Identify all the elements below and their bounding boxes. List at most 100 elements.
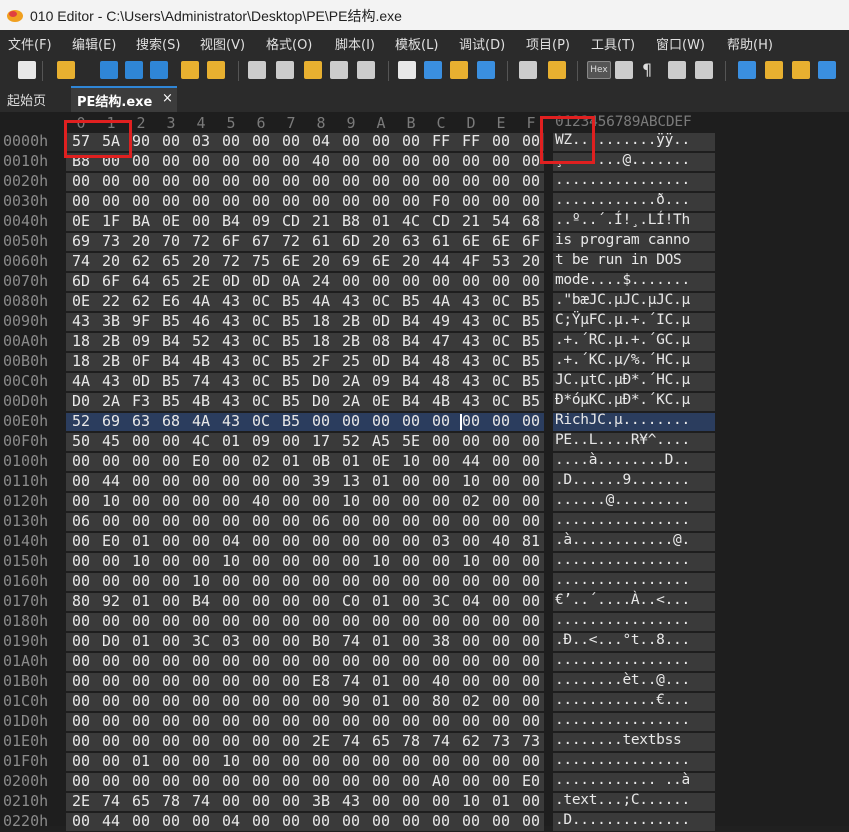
hex-byte[interactable]: 4A (186, 292, 216, 310)
hex-byte[interactable]: 0C (486, 312, 516, 330)
hex-byte[interactable]: 00 (486, 692, 516, 710)
hex-byte[interactable]: 00 (156, 172, 186, 190)
hex-byte[interactable]: 10 (366, 552, 396, 570)
hex-row[interactable]: 0040h 0E 1F BA 0E 00 B4 09 CD 21 B8 01 4C CD 21 54 68 ..º… (0, 212, 849, 232)
calculator-icon[interactable] (738, 61, 756, 79)
hex-byte[interactable]: 00 (396, 812, 426, 830)
hex-byte[interactable]: 10 (186, 572, 216, 590)
hex-byte[interactable]: 21 (306, 212, 336, 230)
hex-byte[interactable]: 00 (456, 572, 486, 590)
hex-byte[interactable]: 00 (276, 472, 306, 490)
find-in-files-icon[interactable] (450, 61, 468, 79)
hex-byte[interactable]: 00 (276, 592, 306, 610)
hex-byte[interactable]: 00 (216, 652, 246, 670)
hex-byte[interactable]: 00 (186, 692, 216, 710)
hex-byte[interactable]: 00 (186, 212, 216, 230)
ascii-text[interactable]: Ð*óµKC.µÐ*.´KC.µ (555, 392, 690, 408)
hex-row[interactable]: 0150h 00 00 10 00 00 10 00 00 00 00 10 00 00 10 00 00...… (0, 552, 849, 572)
hex-byte[interactable]: FF (456, 132, 486, 150)
hex-row[interactable]: 0180h 00 00 00 00 00 00 00 00 00 00 00 00 00 00 00 00...… (0, 612, 849, 632)
hex-byte[interactable]: 43 (456, 392, 486, 410)
hex-byte[interactable]: 00 (426, 652, 456, 670)
hex-byte[interactable]: 00 (96, 752, 126, 770)
ascii-text[interactable]: .+.´KC.µ/%.´HC.µ (555, 352, 690, 368)
hex-byte[interactable]: 43 (96, 372, 126, 390)
hex-byte[interactable]: 44 (96, 472, 126, 490)
hex-byte[interactable]: 00 (486, 192, 516, 210)
hex-byte[interactable]: 44 (456, 452, 486, 470)
hex-byte[interactable]: B5 (276, 412, 306, 430)
hex-byte[interactable]: 40 (486, 532, 516, 550)
hex-byte[interactable]: B5 (156, 312, 186, 330)
hex-byte[interactable]: B0 (306, 632, 336, 650)
hex-byte[interactable]: 00 (276, 572, 306, 590)
ascii-text[interactable]: ................ (555, 572, 690, 588)
hex-byte[interactable]: 00 (186, 532, 216, 550)
hex-byte[interactable]: 00 (486, 612, 516, 630)
hex-byte[interactable]: 6E (486, 232, 516, 250)
hex-byte[interactable]: 01 (126, 592, 156, 610)
hex-byte[interactable]: 00 (516, 172, 546, 190)
hex-byte[interactable]: 01 (276, 452, 306, 470)
hex-byte[interactable]: 01 (366, 592, 396, 610)
hex-byte[interactable]: B5 (276, 332, 306, 350)
hex-byte[interactable]: 1F (96, 212, 126, 230)
hex-byte[interactable]: 00 (456, 632, 486, 650)
hex-byte[interactable]: 00 (336, 152, 366, 170)
hex-byte[interactable]: 00 (486, 772, 516, 790)
hex-byte[interactable]: 74 (186, 792, 216, 810)
hex-byte[interactable]: 20 (96, 252, 126, 270)
hex-byte[interactable]: 00 (456, 172, 486, 190)
hex-byte[interactable]: 00 (156, 192, 186, 210)
hex-byte[interactable]: 00 (486, 652, 516, 670)
hex-byte[interactable]: 00 (366, 712, 396, 730)
hex-byte[interactable]: 00 (66, 672, 96, 690)
hex-byte[interactable]: 24 (306, 272, 336, 290)
hex-byte[interactable]: D0 (306, 372, 336, 390)
hex-byte[interactable]: 01 (126, 532, 156, 550)
hex-byte[interactable]: E6 (156, 292, 186, 310)
hex-byte[interactable]: 2F (306, 352, 336, 370)
hex-byte[interactable]: B5 (156, 372, 186, 390)
hex-byte[interactable]: 00 (366, 512, 396, 530)
hex-byte[interactable]: 00 (186, 472, 216, 490)
hex-byte[interactable]: 61 (306, 232, 336, 250)
hex-byte[interactable]: 00 (246, 672, 276, 690)
hex-byte[interactable]: 0D (246, 272, 276, 290)
hex-byte[interactable]: 0C (246, 412, 276, 430)
hex-byte[interactable]: 00 (246, 132, 276, 150)
hex-byte[interactable]: 9F (126, 312, 156, 330)
hex-byte[interactable]: 18 (306, 332, 336, 350)
hex-byte[interactable]: 40 (246, 492, 276, 510)
open-folder2-icon[interactable] (181, 61, 199, 79)
hex-byte[interactable]: B5 (276, 392, 306, 410)
hex-byte[interactable]: 04 (306, 132, 336, 150)
hex-byte[interactable]: 00 (246, 712, 276, 730)
hex-byte[interactable]: 00 (156, 712, 186, 730)
hex-byte[interactable]: 69 (336, 252, 366, 270)
hex-byte[interactable]: 00 (396, 632, 426, 650)
hex-byte[interactable]: 00 (216, 692, 246, 710)
hex-byte[interactable]: 00 (486, 632, 516, 650)
hex-byte[interactable]: 00 (246, 172, 276, 190)
hex-byte[interactable]: 0D (366, 312, 396, 330)
hex-byte[interactable]: 0E (66, 292, 96, 310)
hex-byte[interactable]: 00 (246, 512, 276, 530)
hex-byte[interactable]: B4 (396, 372, 426, 390)
hex-byte[interactable]: 20 (366, 232, 396, 250)
ascii-text[interactable]: .Ð..<...°t..8... (555, 632, 690, 648)
hex-byte[interactable]: 00 (216, 772, 246, 790)
hex-byte[interactable]: 92 (96, 592, 126, 610)
hex-byte[interactable]: 00 (216, 472, 246, 490)
hex-byte[interactable]: 00 (366, 772, 396, 790)
hex-byte[interactable]: 00 (396, 552, 426, 570)
hex-byte[interactable]: 0E (66, 212, 96, 230)
hex-byte[interactable]: 00 (216, 592, 246, 610)
hex-byte[interactable]: 00 (186, 772, 216, 790)
ascii-text[interactable]: €’..´....À..<... (555, 592, 690, 608)
hex-byte[interactable]: 63 (396, 232, 426, 250)
hex-byte[interactable]: 00 (126, 712, 156, 730)
hex-byte[interactable]: 00 (426, 812, 456, 830)
hex-byte[interactable]: 00 (336, 512, 366, 530)
hex-byte[interactable]: 00 (276, 192, 306, 210)
